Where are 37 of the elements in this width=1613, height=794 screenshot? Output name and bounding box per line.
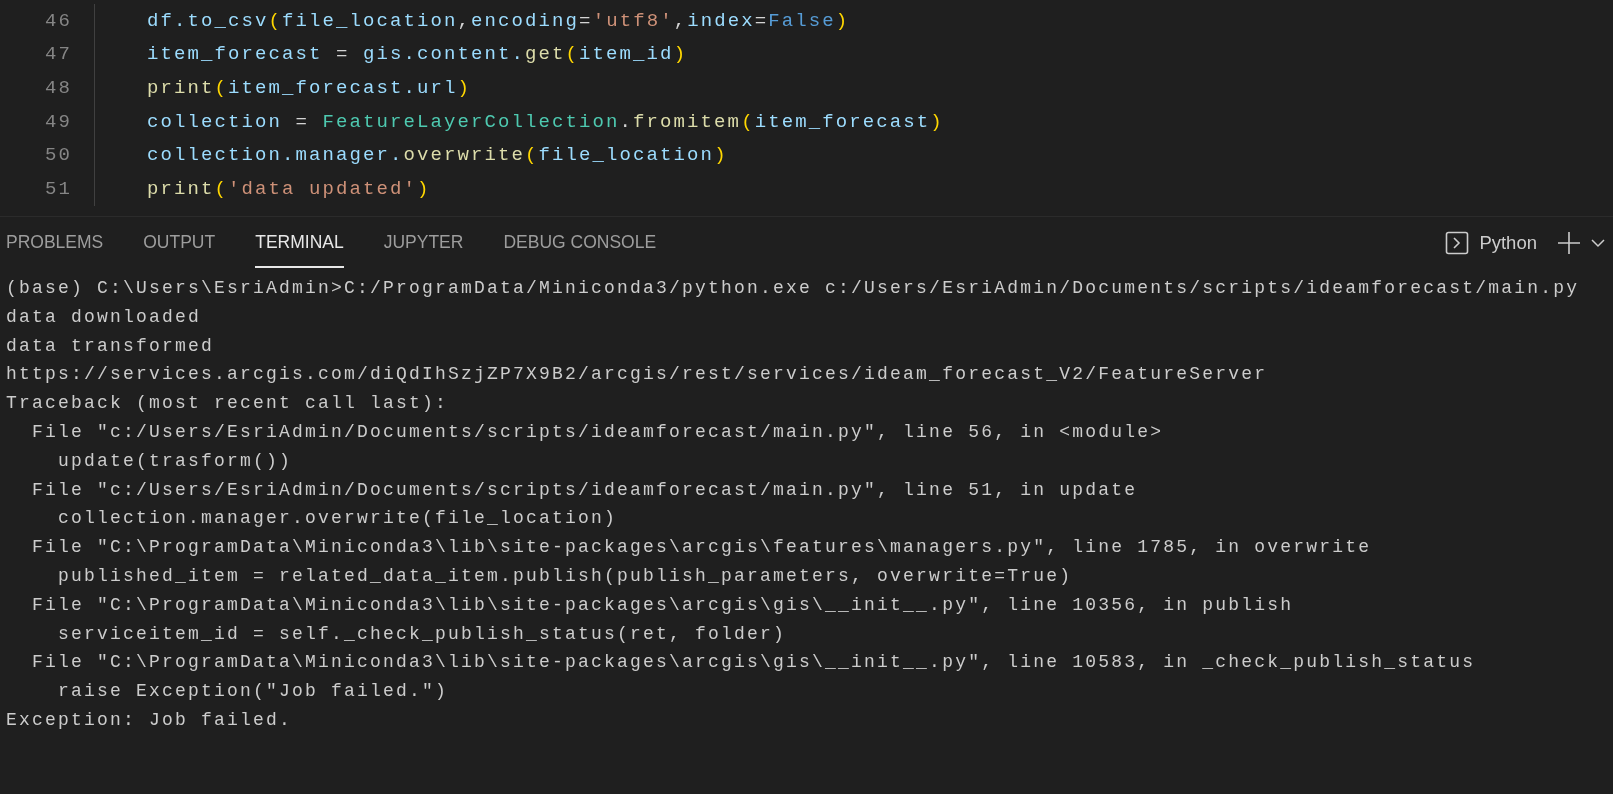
terminal-line: serviceitem_id = self._check_publish_status(ret, folder) — [57, 622, 788, 646]
panel-tab[interactable]: PROBLEMS — [6, 217, 104, 268]
terminal-line: (base) C:\Users\EsriAdmin>C:/ProgramData/Miniconda3/python.exe c:/Users/EsriAdmin/Documents/scripts/ideamforecast/main.py — [6, 277, 1581, 300]
terminal-line: raise Exception("Job failed.") — [57, 680, 450, 704]
line-number: 48 — [44, 75, 72, 101]
panel-tab[interactable]: JUPYTER — [383, 217, 464, 268]
line-number: 50 — [44, 143, 72, 169]
panel-tab[interactable]: TERMINAL — [255, 217, 344, 268]
panel-tab[interactable]: OUTPUT — [143, 217, 216, 268]
terminal-line: data downloaded — [6, 305, 203, 329]
terminal-selector[interactable]: Python — [1445, 228, 1537, 257]
terminal-line: File "C:\ProgramData\Miniconda3\lib\site-packages\arcgis\gis\__init__.py", line 10583, in _check_publish_status — [31, 651, 1477, 675]
panel-tab[interactable]: DEBUG CONSOLE — [503, 217, 657, 268]
code-line: print('data updated') — [147, 177, 431, 203]
code-line: df.to_csv(file_location,encoding='utf8',index=False) — [147, 8, 850, 34]
code-line: item_forecast = gis.content.get(item_id) — [147, 42, 688, 68]
terminal-line: File "c:/Users/EsriAdmin/Documents/scripts/ideamforecast/main.py", line 56, in <module> — [31, 421, 1165, 444]
code-line: collection = FeatureLayerCollection.fromitem(item_forecast) — [147, 109, 944, 135]
terminal-line: File "C:\ProgramData\Miniconda3\lib\site-packages\arcgis\gis\__init__.py", line 10356, in publish — [31, 593, 1295, 617]
line-number: 46 — [44, 8, 72, 34]
line-number: 51 — [44, 177, 72, 203]
code-line: collection.manager.overwrite(file_location) — [147, 143, 728, 169]
terminal-icon — [1445, 230, 1470, 255]
terminal-line: published_item = related_data_item.publish(publish_parameters, overwrite=True) — [57, 564, 1074, 588]
terminal-line: File "c:/Users/EsriAdmin/Documents/scripts/ideamforecast/main.py", line 51, in update — [31, 478, 1139, 502]
terminal-line: collection.manager.overwrite(file_location) — [57, 507, 619, 531]
chevron-down-icon[interactable] — [1591, 237, 1605, 248]
terminal-line: File "C:\ProgramData\Miniconda3\lib\site-packages\arcgis\features\managers.py", line 1785, in overwrite — [31, 536, 1373, 560]
line-number: 49 — [44, 109, 72, 135]
line-number: 47 — [44, 42, 72, 68]
terminal-line: data transformed — [6, 334, 216, 358]
terminal-line: Exception: Job failed. — [6, 708, 294, 732]
terminal-line: https://services.arcgis.com/diQdIhSzjZP7X9B2/arcgis/rest/services/ideam_forecast_V2/FeatureServer — [6, 363, 1269, 387]
terminal-line: update(trasform()) — [57, 449, 294, 473]
terminal-line: Traceback (most recent call last): — [6, 392, 450, 416]
code-line: print(item_forecast.url) — [147, 75, 472, 101]
plus-icon[interactable] — [1557, 230, 1581, 255]
